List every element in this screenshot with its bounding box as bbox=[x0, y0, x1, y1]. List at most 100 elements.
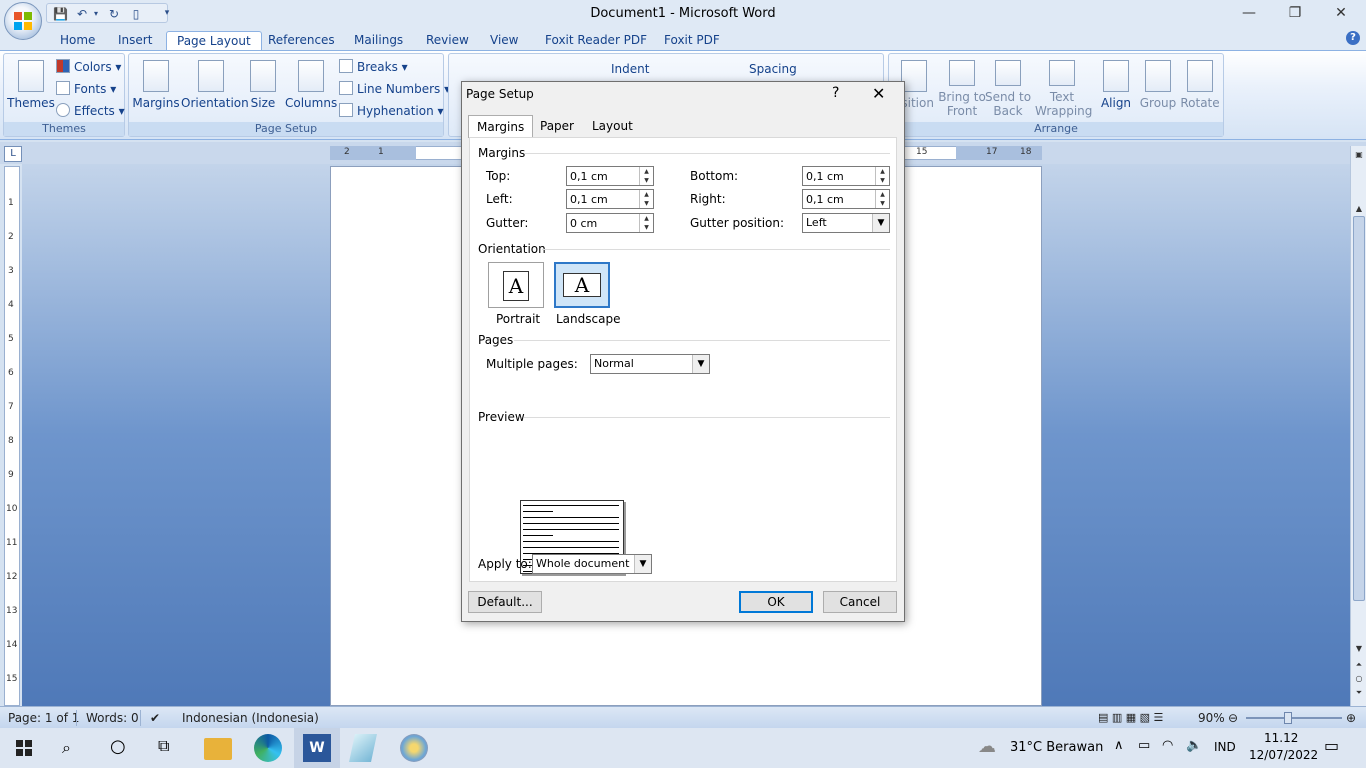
tab-review[interactable]: Review bbox=[416, 31, 479, 50]
search-icon[interactable]: ⌕ bbox=[62, 738, 71, 758]
paint-app-icon[interactable] bbox=[400, 734, 428, 762]
tab-insert[interactable]: Insert bbox=[108, 31, 162, 50]
close-window-button[interactable]: ✕ bbox=[1318, 4, 1364, 24]
gutter-position-select[interactable]: Left ▼ bbox=[802, 213, 890, 233]
spin-down-icon[interactable]: ▼ bbox=[875, 199, 889, 208]
zoom-slider[interactable] bbox=[1246, 717, 1342, 719]
bring-to-front-button[interactable]: Bring to Front bbox=[937, 58, 987, 118]
ok-button[interactable]: OK bbox=[739, 591, 813, 613]
clock-time[interactable]: 11.12 bbox=[1264, 731, 1298, 745]
tab-mailings[interactable]: Mailings bbox=[344, 31, 413, 50]
right-margin-input[interactable] bbox=[803, 190, 875, 208]
zoom-in-icon[interactable]: ⊕ bbox=[1346, 710, 1356, 726]
dialog-help-button[interactable]: ? bbox=[832, 85, 839, 101]
notifications-icon[interactable]: ▭ bbox=[1324, 736, 1339, 755]
default-button[interactable]: Default... bbox=[468, 591, 542, 613]
breaks-button[interactable]: Breaks ▾ bbox=[339, 58, 408, 76]
cancel-button[interactable]: Cancel bbox=[823, 591, 897, 613]
orientation-button[interactable]: Orientation bbox=[181, 58, 249, 118]
colors-button[interactable]: Colors ▾ bbox=[56, 58, 121, 76]
previous-page-icon[interactable]: ⏶ bbox=[1351, 658, 1366, 672]
vertical-scrollbar[interactable]: ▣ ▲ ▼ ⏶ ○ ⏷ bbox=[1350, 146, 1366, 706]
spin-up-icon[interactable]: ▲ bbox=[639, 190, 653, 199]
volume-icon[interactable]: 🔈 bbox=[1186, 738, 1202, 753]
page-count[interactable]: Page: 1 of 1 bbox=[8, 710, 79, 726]
office-button[interactable] bbox=[4, 2, 42, 40]
size-button[interactable]: Size bbox=[241, 58, 285, 118]
tab-paper[interactable]: Paper bbox=[532, 115, 582, 137]
tab-margins[interactable]: Margins bbox=[468, 115, 534, 138]
zoom-slider-thumb[interactable] bbox=[1284, 712, 1292, 724]
next-page-icon[interactable]: ⏷ bbox=[1351, 686, 1366, 700]
chevron-down-icon[interactable]: ▼ bbox=[692, 355, 709, 373]
spin-up-icon[interactable]: ▲ bbox=[875, 167, 889, 176]
apply-to-select[interactable]: Whole document ▼ bbox=[532, 554, 652, 574]
help-icon[interactable]: ? bbox=[1346, 31, 1360, 45]
line-numbers-button[interactable]: Line Numbers ▾ bbox=[339, 80, 450, 98]
minimize-button[interactable]: — bbox=[1226, 4, 1272, 24]
scroll-down-icon[interactable]: ▼ bbox=[1351, 642, 1366, 656]
tab-page-layout[interactable]: Page Layout bbox=[166, 31, 262, 50]
send-to-back-button[interactable]: Send to Back bbox=[983, 58, 1033, 118]
margins-button[interactable]: Margins bbox=[131, 58, 181, 118]
scroll-thumb[interactable] bbox=[1353, 216, 1365, 601]
language-indicator[interactable]: Indonesian (Indonesia) bbox=[182, 710, 319, 726]
gutter-input[interactable] bbox=[567, 214, 639, 232]
chevron-down-icon[interactable]: ▼ bbox=[872, 214, 889, 232]
clock-date[interactable]: 12/07/2022 bbox=[1249, 748, 1318, 762]
tab-home[interactable]: Home bbox=[50, 31, 105, 50]
zoom-out-icon[interactable]: ⊖ bbox=[1228, 710, 1238, 726]
weather-cloud-icon[interactable]: ☁ bbox=[978, 736, 996, 757]
bottom-margin-spinner[interactable]: ▲ ▼ bbox=[802, 166, 890, 186]
fonts-button[interactable]: Fonts ▾ bbox=[56, 80, 116, 98]
select-browse-object-icon[interactable]: ○ bbox=[1351, 672, 1366, 686]
hyphenation-button[interactable]: Hyphenation ▾ bbox=[339, 102, 444, 120]
dialog-close-button[interactable]: ✕ bbox=[872, 84, 885, 103]
proofing-icon[interactable]: ✔ bbox=[150, 710, 160, 726]
themes-button[interactable]: Themes bbox=[6, 58, 56, 118]
spin-down-icon[interactable]: ▼ bbox=[639, 223, 653, 232]
cortana-icon[interactable]: ○ bbox=[110, 736, 126, 757]
word-count[interactable]: Words: 0 bbox=[86, 710, 139, 726]
battery-icon[interactable]: ▭ bbox=[1138, 738, 1150, 753]
vertical-ruler[interactable]: 1 2 3 4 5 6 7 8 9 10 11 12 13 14 15 bbox=[4, 166, 20, 706]
windows-start-icon[interactable] bbox=[10, 734, 38, 762]
notes-app-icon[interactable] bbox=[349, 734, 377, 762]
portrait-option[interactable]: A bbox=[488, 262, 544, 308]
multiple-pages-select[interactable]: Normal ▼ bbox=[590, 354, 710, 374]
task-view-icon[interactable]: ⧉ bbox=[158, 736, 169, 756]
spin-up-icon[interactable]: ▲ bbox=[875, 190, 889, 199]
view-buttons[interactable]: ▤ ▥ ▦ ▧ ☰ bbox=[1098, 710, 1163, 726]
ruler-toggle-icon[interactable]: ▣ bbox=[1351, 148, 1366, 162]
rotate-button[interactable]: Rotate bbox=[1175, 58, 1225, 118]
landscape-option[interactable]: A bbox=[554, 262, 610, 308]
spin-down-icon[interactable]: ▼ bbox=[639, 199, 653, 208]
chevron-down-icon[interactable]: ▼ bbox=[634, 555, 651, 573]
scroll-up-icon[interactable]: ▲ bbox=[1351, 202, 1366, 216]
weather-text[interactable]: 31°C Berawan bbox=[1010, 740, 1103, 755]
tab-references[interactable]: References bbox=[258, 31, 345, 50]
gutter-spinner[interactable]: ▲ ▼ bbox=[566, 213, 654, 233]
word-app-icon[interactable]: W bbox=[303, 734, 331, 762]
spin-up-icon[interactable]: ▲ bbox=[639, 214, 653, 223]
tab-foxit-pdf[interactable]: Foxit PDF bbox=[654, 31, 730, 50]
spin-down-icon[interactable]: ▼ bbox=[875, 176, 889, 185]
tab-foxit-reader-pdf[interactable]: Foxit Reader PDF bbox=[535, 31, 657, 50]
tab-stop-selector[interactable]: L bbox=[4, 146, 22, 162]
tab-view[interactable]: View bbox=[480, 31, 528, 50]
left-margin-spinner[interactable]: ▲ ▼ bbox=[566, 189, 654, 209]
edge-browser-icon[interactable] bbox=[254, 734, 282, 762]
left-margin-input[interactable] bbox=[567, 190, 639, 208]
zoom-level[interactable]: 90% bbox=[1198, 710, 1225, 726]
file-explorer-icon[interactable] bbox=[204, 738, 232, 760]
input-language[interactable]: IND bbox=[1214, 740, 1236, 754]
spin-down-icon[interactable]: ▼ bbox=[639, 176, 653, 185]
text-wrapping-button[interactable]: Text Wrapping bbox=[1035, 58, 1092, 118]
restore-button[interactable]: ❐ bbox=[1272, 4, 1318, 24]
tab-layout[interactable]: Layout bbox=[584, 115, 641, 137]
top-margin-spinner[interactable]: ▲ ▼ bbox=[566, 166, 654, 186]
top-margin-input[interactable] bbox=[567, 167, 639, 185]
show-hidden-icons-icon[interactable]: ∧ bbox=[1114, 738, 1124, 753]
right-margin-spinner[interactable]: ▲ ▼ bbox=[802, 189, 890, 209]
spin-up-icon[interactable]: ▲ bbox=[639, 167, 653, 176]
